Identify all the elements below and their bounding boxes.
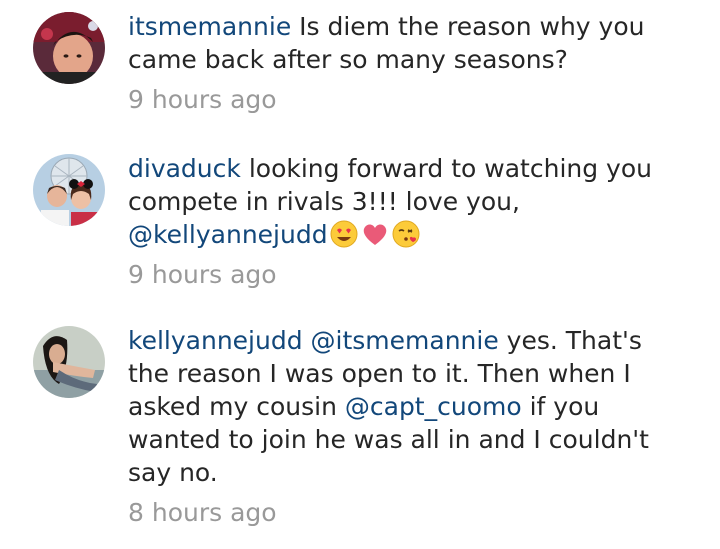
mention-link[interactable]: @kellyannejudd — [128, 220, 328, 249]
comment-body: divaduck looking forward to watching you… — [128, 152, 688, 291]
comment-text: kellyannejudd @itsmemannie yes. That's t… — [128, 324, 688, 489]
username-link[interactable]: kellyannejudd — [128, 326, 303, 355]
avatar[interactable] — [33, 154, 105, 226]
timestamp: 9 hours ago — [128, 85, 277, 114]
timestamp: 9 hours ago — [128, 260, 277, 289]
mention-link[interactable]: @itsmemannie — [311, 326, 499, 355]
heart-emoji-icon — [360, 219, 390, 249]
avatar-image-icon — [33, 12, 105, 84]
mention-link[interactable]: @capt_cuomo — [345, 392, 522, 421]
username-link[interactable]: itsmemannie — [128, 12, 291, 41]
comment-list: itsmemannie Is diem the reason why you c… — [0, 0, 720, 549]
avatar[interactable] — [33, 12, 105, 84]
comment-text: itsmemannie Is diem the reason why you c… — [128, 10, 688, 76]
avatar-image-icon — [33, 154, 105, 226]
comment-body: itsmemannie Is diem the reason why you c… — [128, 10, 688, 116]
username-link[interactable]: divaduck — [128, 154, 241, 183]
avatar-image-icon — [33, 326, 105, 398]
comment-body: kellyannejudd @itsmemannie yes. That's t… — [128, 324, 688, 529]
heart-eyes-emoji-icon — [329, 219, 359, 249]
timestamp: 8 hours ago — [128, 498, 277, 527]
avatar[interactable] — [33, 326, 105, 398]
kissing-heart-emoji-icon — [391, 219, 421, 249]
comment-text: divaduck looking forward to watching you… — [128, 152, 688, 251]
